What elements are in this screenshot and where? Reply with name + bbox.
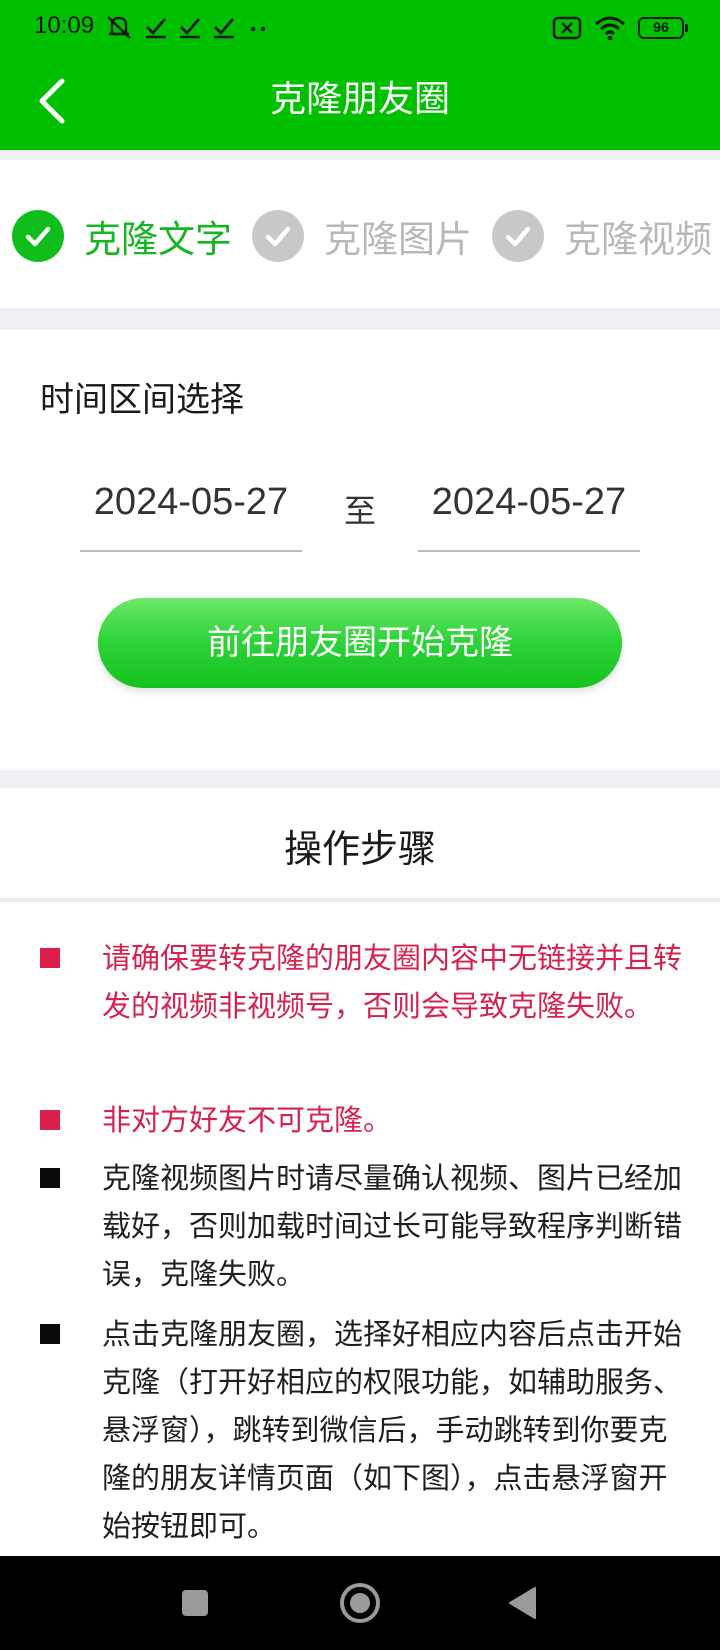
- instruction-text: 请确保要转克隆的朋友圈内容中无链接并且转发的视频非视频号，否则会导致克隆失败。: [102, 941, 683, 1023]
- check-icon: [180, 18, 201, 39]
- back-nav-button[interactable]: [498, 1578, 548, 1628]
- time-range-label: 时间区间选择: [40, 380, 244, 420]
- divider: [0, 308, 720, 330]
- status-icons-left: [104, 14, 270, 40]
- status-icons-right: 96: [552, 14, 688, 42]
- date-separator: 至: [343, 492, 376, 530]
- check-circle-icon: [12, 210, 64, 262]
- back-triangle-icon: [509, 1587, 536, 1619]
- instructions-list: 请确保要转克隆的朋友圈内容中无链接并且转发的视频非视频号，否则会导致克隆失败。 …: [0, 906, 720, 1556]
- instructions-header: 操作步骤: [0, 788, 720, 902]
- instruction-text: 非对方好友不可克隆。: [102, 1103, 393, 1137]
- check-circle-icon: [252, 210, 304, 262]
- bullet-square-icon: [40, 948, 60, 968]
- battery-icon: 96: [638, 17, 688, 39]
- home-circle-icon: [340, 1583, 380, 1623]
- time-range-card: 时间区间选择 2024-05-27 至 2024-05-27 前往朋友圈开始克隆: [0, 330, 720, 770]
- check-circle-icon: [492, 210, 544, 262]
- divider: [0, 770, 720, 788]
- instruction-text: 点击克隆朋友圈，选择好相应内容后点击开始克隆（打开好相应的权限功能，如辅助服务、…: [102, 1317, 683, 1543]
- more-dots-icon: [250, 26, 266, 32]
- bullet-square-icon: [40, 1110, 60, 1130]
- page-title: 克隆朋友圈: [269, 79, 450, 120]
- tab-clone-image[interactable]: 克隆图片: [252, 208, 472, 264]
- divider: [0, 150, 720, 160]
- tab-label: 克隆视频: [564, 218, 712, 261]
- start-date-field[interactable]: 2024-05-27: [80, 470, 302, 552]
- bullet-square-icon: [40, 1324, 60, 1344]
- home-button[interactable]: [335, 1578, 385, 1628]
- bullet-square-icon: [40, 1168, 60, 1188]
- wifi-icon: [595, 16, 625, 41]
- clone-type-tabs: 克隆文字 克隆图片 克隆视频: [0, 160, 720, 308]
- tab-label: 克隆文字: [84, 218, 232, 261]
- recents-square-icon: [182, 1590, 208, 1616]
- status-time: 10:09: [34, 12, 95, 39]
- check-icon: [146, 18, 167, 39]
- instruction-text: 克隆视频图片时请尽量确认视频、图片已经加载好，否则加载时间过长可能导致程序判断错…: [102, 1161, 683, 1291]
- app-header: 10:09 96 克隆朋友圈: [0, 0, 720, 150]
- tab-clone-video[interactable]: 克隆视频: [492, 208, 712, 264]
- instructions-title: 操作步骤: [283, 827, 436, 871]
- tab-label: 克隆图片: [324, 218, 472, 261]
- system-nav-bar: [0, 1556, 720, 1650]
- start-clone-button[interactable]: 前往朋友圈开始克隆: [98, 598, 622, 688]
- status-bar: 10:09 96: [0, 0, 720, 56]
- sim-off-icon: [552, 16, 582, 40]
- recents-button[interactable]: [170, 1578, 220, 1628]
- end-date-field[interactable]: 2024-05-27: [418, 470, 640, 552]
- check-icon: [214, 18, 235, 39]
- tab-clone-text[interactable]: 克隆文字: [12, 208, 232, 264]
- mute-icon: [107, 16, 131, 39]
